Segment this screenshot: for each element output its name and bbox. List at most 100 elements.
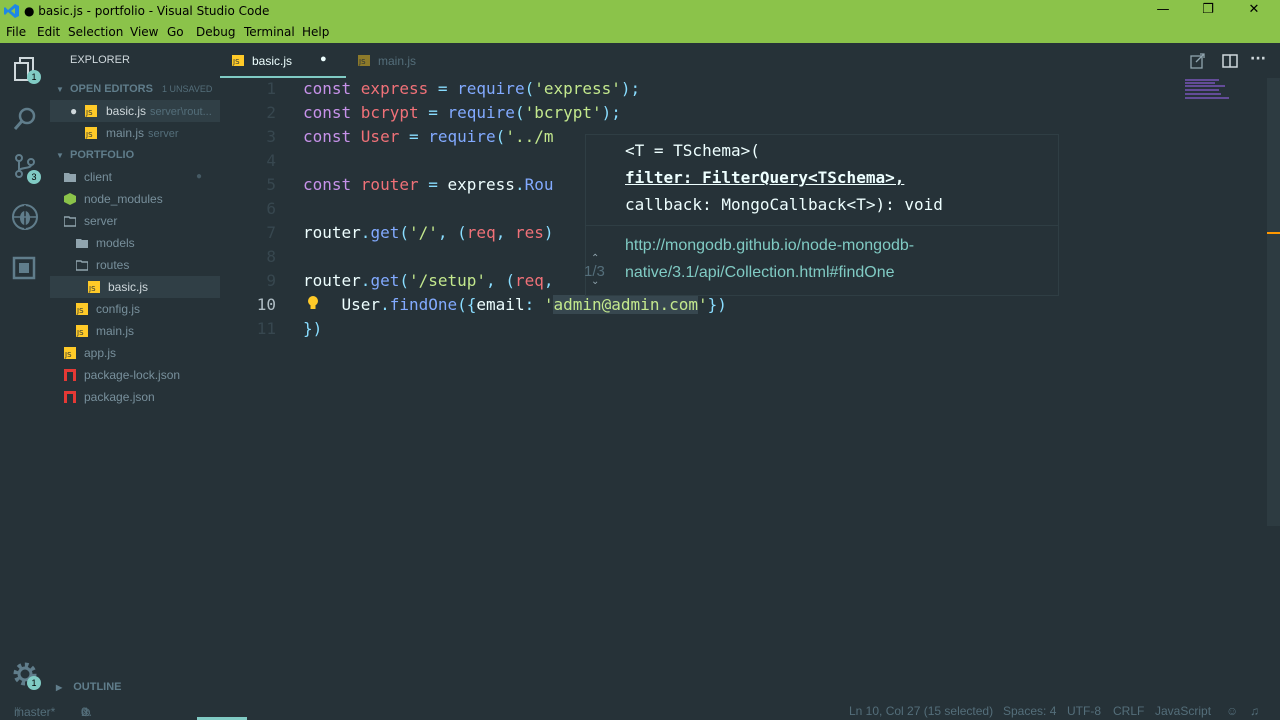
code-token: , xyxy=(495,223,515,242)
code-token: ({ xyxy=(457,295,477,314)
branch-name: master* xyxy=(14,705,56,719)
title-bar: ● basic.js - portfolio - Visual Studio C… xyxy=(0,0,1280,22)
portfolio-header[interactable]: ▼ PORTFOLIO xyxy=(56,149,134,161)
code-editor[interactable]: 1 2 3 4 5 6 7 8 9 10 11 const express = require('e… xyxy=(220,78,1267,703)
code-token: express xyxy=(360,79,429,98)
tab-main-js[interactable]: JS main.js xyxy=(346,43,456,78)
indentation[interactable]: Spaces: 4 xyxy=(1003,704,1056,718)
outline-header[interactable]: ▶ OUTLINE xyxy=(56,681,122,693)
tree-item-label: main.js xyxy=(96,324,135,338)
svg-text:JS: JS xyxy=(76,307,84,315)
vertical-scrollbar[interactable] xyxy=(1267,78,1280,526)
tree-item-models[interactable]: models xyxy=(50,232,220,254)
signature-line: <T = TSchema>( xyxy=(625,141,760,160)
tree-item-basic-js[interactable]: JS basic.js xyxy=(50,276,220,298)
nodejs-folder-icon xyxy=(64,193,76,205)
menu-edit[interactable]: Edit xyxy=(37,25,60,39)
bell-icon[interactable]: ♫ xyxy=(1250,704,1259,718)
close-button[interactable]: ✕ xyxy=(1244,2,1264,17)
line-number: 4 xyxy=(266,151,276,170)
window-title: ● basic.js - portfolio - Visual Studio C… xyxy=(24,4,270,18)
lightbulb-icon[interactable] xyxy=(306,294,320,312)
js-file-icon: JS xyxy=(85,127,97,139)
code-token: ); xyxy=(601,103,621,122)
code-token: . xyxy=(514,175,525,194)
tab-label: basic.js xyxy=(252,54,293,68)
sidebar-title: EXPLORER xyxy=(70,54,130,66)
code-token: = xyxy=(428,79,458,98)
scrollbar-selection-marker xyxy=(1267,232,1280,234)
more-actions-icon[interactable]: ··· xyxy=(1250,51,1266,67)
code-token: '/setup' xyxy=(408,271,487,290)
menu-go[interactable]: Go xyxy=(167,25,184,39)
npm-file-icon xyxy=(64,369,76,381)
open-editors-header[interactable]: ▼ OPEN EDITORS 1 UNSAVED xyxy=(56,83,212,95)
line-number: 9 xyxy=(266,271,276,290)
open-editor-path: server xyxy=(148,128,179,140)
chevron-down-icon[interactable]: ⌄ xyxy=(591,276,599,287)
code-line[interactable]: router.get('/setup', (req, xyxy=(303,271,554,290)
code-token: }) xyxy=(303,319,323,338)
line-ending[interactable]: CRLF xyxy=(1113,704,1144,718)
open-changes-icon[interactable] xyxy=(1190,53,1206,69)
code-line[interactable]: }) xyxy=(303,319,322,338)
signature-line: callback: MongoCallback<T>): void xyxy=(625,195,943,214)
minimap[interactable] xyxy=(1185,79,1245,101)
menu-help[interactable]: Help xyxy=(302,25,329,39)
cursor-position[interactable]: Ln 10, Col 27 (15 selected) xyxy=(849,704,993,718)
extensions-icon[interactable] xyxy=(11,253,39,281)
tree-item-main-js[interactable]: JS main.js xyxy=(50,320,220,342)
code-line[interactable]: const User = require('../m xyxy=(303,127,553,146)
code-line[interactable]: router.get('/', (req, res) xyxy=(303,223,554,242)
code-line[interactable]: const express = require('express'); xyxy=(303,79,640,98)
source-control-badge: 3 xyxy=(27,170,41,184)
encoding[interactable]: UTF-8 xyxy=(1067,704,1101,718)
smiley-feedback-icon[interactable]: ☺ xyxy=(1226,704,1238,718)
tree-item-routes[interactable]: routes xyxy=(50,254,220,276)
code-line[interactable]: const bcrypt = require('bcrypt'); xyxy=(303,103,621,122)
line-number: 11 xyxy=(256,319,276,338)
split-editor-icon[interactable] xyxy=(1222,53,1238,69)
search-icon[interactable] xyxy=(11,105,39,133)
tree-item-label: app.js xyxy=(84,346,117,360)
menu-file[interactable]: File xyxy=(6,25,26,39)
svg-text:JS: JS xyxy=(64,351,72,359)
tab-basic-js[interactable]: JS basic.js ● xyxy=(220,43,346,78)
chevron-down-icon: ▼ xyxy=(56,85,64,94)
debug-icon[interactable] xyxy=(11,203,39,231)
code-token: . xyxy=(360,223,371,242)
explorer-sidebar: EXPLORER ▼ OPEN EDITORS 1 UNSAVED ● JS b… xyxy=(50,43,220,703)
svg-text:JS: JS xyxy=(76,329,84,337)
tree-item-config-js[interactable]: JS config.js xyxy=(50,298,220,320)
menu-view[interactable]: View xyxy=(130,25,158,39)
code-line[interactable]: const router = express.Rou xyxy=(303,175,553,194)
tree-item-node-modules[interactable]: node_modules xyxy=(50,188,220,210)
minimize-button[interactable]: — xyxy=(1153,2,1173,17)
menu-terminal[interactable]: Terminal xyxy=(244,25,295,39)
code-token: ( xyxy=(399,223,409,242)
modified-dot-icon: ● xyxy=(196,171,203,182)
code-token: . xyxy=(360,271,371,290)
menu-debug[interactable]: Debug xyxy=(196,25,235,39)
code-token: const xyxy=(303,175,361,194)
open-editor-path: server\rout... xyxy=(150,106,212,118)
doc-link-continued[interactable]: native/3.1/api/Collection.html#findOne xyxy=(625,264,895,282)
unsaved-dot-icon[interactable]: ● xyxy=(320,53,327,65)
open-editor-main-js[interactable]: JS main.js server xyxy=(50,122,220,144)
code-token: , ( xyxy=(437,223,467,242)
explorer-badge: 1 xyxy=(27,70,41,84)
code-token: ( xyxy=(524,79,535,98)
tree-item-app-js[interactable]: JS app.js xyxy=(50,342,220,364)
maximize-button[interactable]: ❐ xyxy=(1198,2,1218,17)
language-mode[interactable]: JavaScript xyxy=(1155,704,1211,718)
code-token: require xyxy=(457,79,525,98)
menu-selection[interactable]: Selection xyxy=(68,25,123,39)
doc-link[interactable]: http://mongodb.github.io/node-mongodb- xyxy=(625,237,914,255)
code-line[interactable]: User.findOne({email: 'admin@admin.com'}) xyxy=(303,295,727,314)
tree-item-package-json[interactable]: package.json xyxy=(50,386,220,408)
js-file-icon: JS xyxy=(88,281,100,293)
tree-item-server[interactable]: server xyxy=(50,210,220,232)
tree-item-client[interactable]: client ● xyxy=(50,166,220,188)
open-editor-basic-js[interactable]: ● JS basic.js server\rout... xyxy=(50,100,220,122)
tree-item-package-lock-json[interactable]: package-lock.json xyxy=(50,364,220,386)
